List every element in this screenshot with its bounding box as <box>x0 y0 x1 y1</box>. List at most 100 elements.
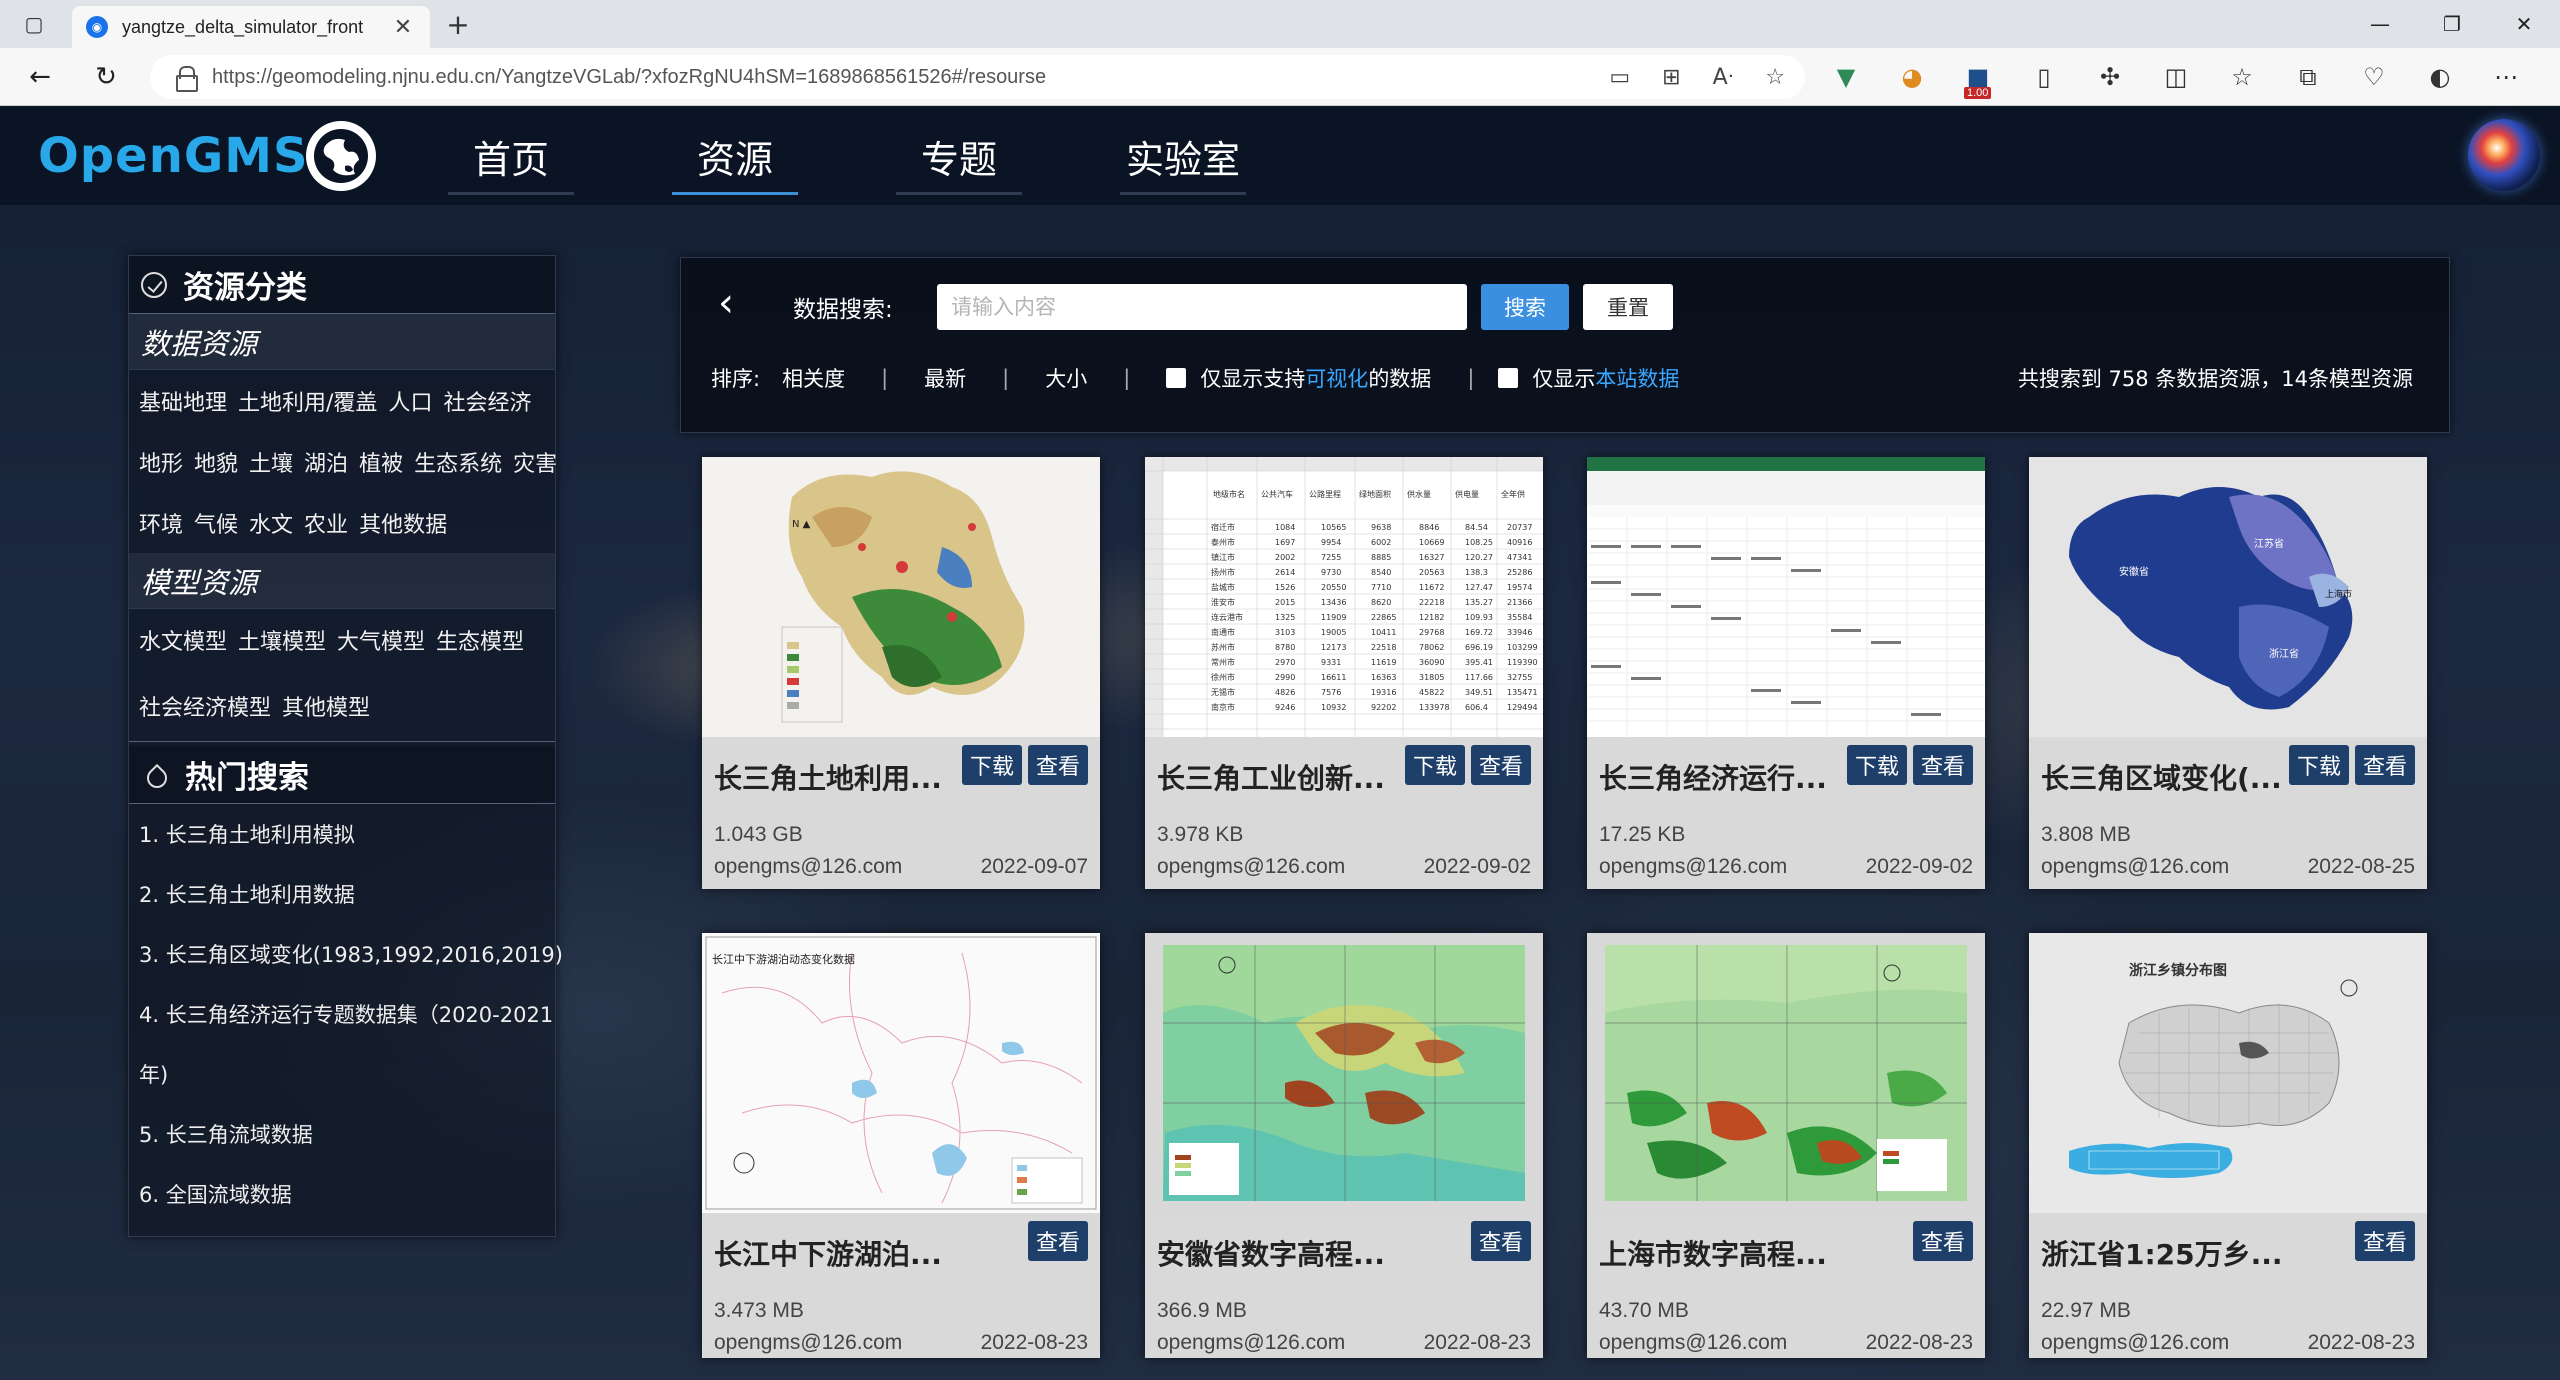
minimize-icon[interactable]: — <box>2344 0 2416 48</box>
view-button[interactable]: 查看 <box>1470 745 1531 785</box>
view-button[interactable]: 查看 <box>1470 1221 1531 1261</box>
tag-hydrology[interactable]: 水文 <box>249 507 293 539</box>
hot-search-item-cont[interactable]: 年) <box>139 1044 555 1104</box>
refresh-icon[interactable]: ↻ <box>88 60 124 94</box>
download-button[interactable]: 下载 <box>961 745 1022 785</box>
timer-extension-icon[interactable]: ■ 1.00 <box>1962 61 1994 99</box>
maximize-icon[interactable]: ❐ <box>2416 0 2488 48</box>
tag-climate[interactable]: 气候 <box>194 507 238 539</box>
chevron-left-icon[interactable]: ‹ <box>711 280 741 326</box>
card-title[interactable]: 长三角土地利用... <box>714 757 954 797</box>
search-button[interactable]: 搜索 <box>1481 284 1569 330</box>
colorful-extension-icon[interactable]: ◕ <box>1896 61 1928 93</box>
tag-disaster[interactable]: 灾害 <box>513 446 557 478</box>
tag-eco-model[interactable]: 生态模型 <box>436 624 524 656</box>
sort-size[interactable]: 大小 <box>1045 363 1087 393</box>
view-button[interactable]: 查看 <box>1912 1221 1973 1261</box>
tag-lake[interactable]: 湖泊 <box>304 446 348 478</box>
nav-lab[interactable]: 实验室 <box>1120 107 1246 205</box>
resource-card[interactable]: 浙江乡镇分布图 浙江省1:25万乡... 查看 22.97 MB opengms… <box>2029 933 2427 1358</box>
back-arrow-icon[interactable]: ← <box>22 60 58 94</box>
card-title[interactable]: 上海市数字高程... <box>1599 1233 1839 1273</box>
card-title[interactable]: 长三角经济运行... <box>1599 757 1839 797</box>
tag-other-data[interactable]: 其他数据 <box>359 507 447 539</box>
tag-land-use[interactable]: 土地利用/覆盖 <box>238 385 377 417</box>
favorite-star-icon[interactable]: ☆ <box>1765 65 1785 90</box>
data-resources-header[interactable]: 数据资源 <box>129 314 555 370</box>
tag-soil-model[interactable]: 土壤模型 <box>238 624 326 656</box>
tag-hydro-model[interactable]: 水文模型 <box>139 624 227 656</box>
hot-search-item[interactable]: 3. 长三角区域变化(1983,1992,2016,2019) <box>139 924 563 984</box>
visualizable-checkbox[interactable] <box>1166 368 1187 388</box>
document-icon[interactable]: ▯ <box>2028 61 2060 93</box>
read-aloud-icon[interactable]: Aᐧ <box>1713 65 1734 90</box>
new-tab-button[interactable]: + <box>442 8 474 41</box>
view-button[interactable]: 查看 <box>1027 1221 1088 1261</box>
url-field[interactable]: https://geomodeling.njnu.edu.cn/YangtzeV… <box>150 55 1805 99</box>
close-tab-icon[interactable]: ✕ <box>390 15 416 40</box>
tag-socio-economic-model[interactable]: 社会经济模型 <box>139 690 271 722</box>
resource-card[interactable]: 安徽省数字高程... 查看 366.9 MB opengms@126.com 2… <box>1145 933 1543 1358</box>
download-button[interactable]: 下载 <box>1404 745 1465 785</box>
view-button[interactable]: 查看 <box>1912 745 1973 785</box>
tag-population[interactable]: 人口 <box>388 385 432 417</box>
profile-icon[interactable]: ◐ <box>2424 61 2456 93</box>
tag-agriculture[interactable]: 农业 <box>304 507 348 539</box>
vue-devtools-icon[interactable]: ▼ <box>1830 61 1862 93</box>
tag-terrain[interactable]: 地形 <box>139 446 183 478</box>
card-title[interactable]: 长江中下游湖泊... <box>714 1233 954 1273</box>
split-screen-icon[interactable]: ◫ <box>2160 61 2192 93</box>
extensions-puzzle-icon[interactable]: ✣ <box>2094 61 2126 93</box>
resource-card[interactable]: 地级市名 公共汽车 公路里程 绿地面积 供水量 供电量 全年供 宿迁市 泰州市 镇江市 扬州市 … <box>1145 457 1543 889</box>
resource-card[interactable]: 安徽省 江苏省 浙江省 上海市 长三角区域变化(... 下载 查看 3.808 … <box>2029 457 2427 889</box>
app-available-icon[interactable]: ▭ <box>1609 65 1630 90</box>
download-button[interactable]: 下载 <box>1846 745 1907 785</box>
tag-socio-economy[interactable]: 社会经济 <box>443 385 531 417</box>
tag-other-model[interactable]: 其他模型 <box>282 690 370 722</box>
resource-card[interactable]: 上海市数字高程... 查看 43.70 MB opengms@126.com 2… <box>1587 933 1985 1358</box>
search-input[interactable] <box>937 284 1467 330</box>
tag-soil[interactable]: 土壤 <box>249 446 293 478</box>
browser-essentials-icon[interactable]: ♡ <box>2358 61 2390 93</box>
resource-card[interactable]: N ▲ 长三角土地利用... 下载 查看 1.043 GB opengms@12… <box>702 457 1100 889</box>
model-resources-header[interactable]: 模型资源 <box>129 553 555 609</box>
nav-resources[interactable]: 资源 <box>672 107 798 205</box>
hot-search-item[interactable]: 5. 长三角流域数据 <box>139 1104 555 1164</box>
sort-newest[interactable]: 最新 <box>924 363 966 393</box>
site-data-checkbox[interactable] <box>1498 368 1519 388</box>
tag-ecosystem[interactable]: 生态系统 <box>414 446 502 478</box>
more-menu-icon[interactable]: ⋯ <box>2490 61 2522 93</box>
apps-icon[interactable]: ⊞ <box>1662 65 1680 90</box>
nav-home[interactable]: 首页 <box>448 107 574 205</box>
favorites-icon[interactable]: ☆ <box>2226 61 2258 93</box>
tag-environment[interactable]: 环境 <box>139 507 183 539</box>
hot-search-item[interactable]: 2. 长三角土地利用数据 <box>139 864 555 924</box>
nav-topics[interactable]: 专题 <box>896 107 1022 205</box>
resource-card[interactable]: 长三角经济运行... 下载 查看 17.25 KB opengms@126.co… <box>1587 457 1985 889</box>
globe-logo-icon[interactable] <box>306 121 376 191</box>
tag-basic-geography[interactable]: 基础地理 <box>139 385 227 417</box>
card-title[interactable]: 长三角工业创新... <box>1157 757 1397 797</box>
hot-search-item[interactable]: 4. 长三角经济运行专题数据集（2020-2021 <box>139 984 555 1044</box>
tag-vegetation[interactable]: 植被 <box>359 446 403 478</box>
lock-icon[interactable] <box>176 66 198 92</box>
reset-button[interactable]: 重置 <box>1583 284 1673 330</box>
view-button[interactable]: 查看 <box>2354 1221 2415 1261</box>
hot-search-item[interactable]: 6. 全国流域数据 <box>139 1164 555 1224</box>
resource-card[interactable]: 长江中下游湖泊动态变化数据 长江中下游湖泊... 查看 3.473 MB ope… <box>702 933 1100 1358</box>
user-avatar[interactable] <box>2468 119 2540 191</box>
close-window-icon[interactable]: ✕ <box>2488 0 2560 48</box>
sort-relevance[interactable]: 相关度 <box>782 363 845 393</box>
view-button[interactable]: 查看 <box>1027 745 1088 785</box>
view-button[interactable]: 查看 <box>2354 745 2415 785</box>
collections-icon[interactable]: ⧉ <box>2292 61 2324 93</box>
tag-landform[interactable]: 地貌 <box>194 446 238 478</box>
card-title[interactable]: 长三角区域变化(... <box>2041 757 2281 797</box>
card-title[interactable]: 安徽省数字高程... <box>1157 1233 1397 1273</box>
browser-tab[interactable]: ◉ yangtze_delta_simulator_front ✕ <box>72 6 430 48</box>
card-title[interactable]: 浙江省1:25万乡... <box>2041 1233 2281 1273</box>
tag-atmosphere-model[interactable]: 大气模型 <box>337 624 425 656</box>
hot-search-item[interactable]: 1. 长三角土地利用模拟 <box>139 804 555 864</box>
tab-actions-icon[interactable]: ▢ <box>18 10 50 38</box>
opengms-logo[interactable]: OpenGMS <box>38 119 309 193</box>
